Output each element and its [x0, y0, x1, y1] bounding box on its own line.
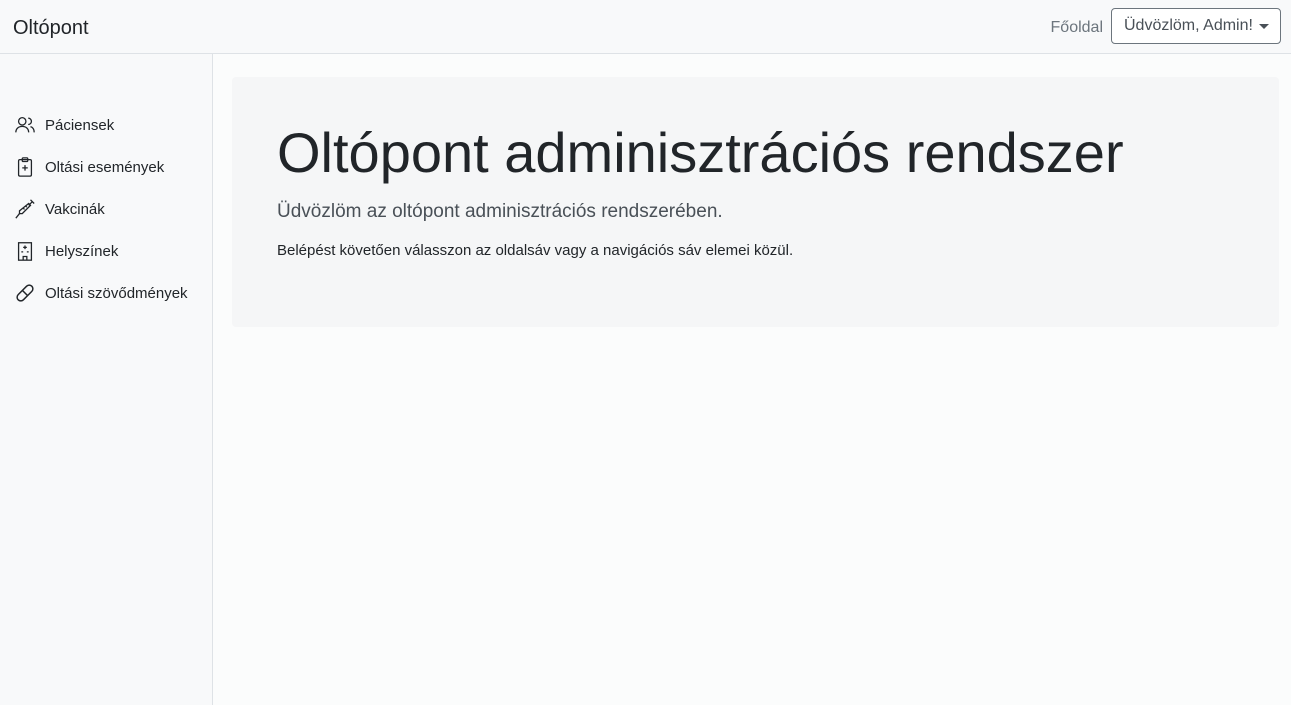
caret-down-icon [1258, 23, 1269, 29]
sidebar-item-vaccines[interactable]: Vakcinák [0, 188, 212, 230]
hospital-icon [13, 239, 37, 263]
sidebar-item-label: Helyszínek [45, 242, 119, 260]
sidebar-item-label: Páciensek [45, 116, 115, 134]
page-title: Oltópont adminisztrációs rendszer [277, 121, 1124, 184]
brand-link[interactable]: Oltópont [13, 16, 89, 40]
sidebar: Páciensek Oltási események Vakcinák Hely… [0, 54, 213, 705]
sidebar-item-vaccination-events[interactable]: Oltási események [0, 146, 212, 188]
user-menu-label: Üdvözlöm, Admin! [1124, 17, 1253, 34]
sidebar-item-label: Vakcinák [45, 200, 105, 218]
sidebar-item-locations[interactable]: Helyszínek [0, 230, 212, 272]
welcome-lead: Üdvözlöm az oltópont adminisztrációs ren… [277, 201, 723, 222]
sidebar-item-label: Oltási események [45, 158, 165, 176]
sidebar-list: Páciensek Oltási események Vakcinák Hely… [0, 104, 212, 314]
people-icon [13, 113, 37, 137]
instruction-text: Belépést követően válasszon az oldalsáv … [277, 242, 794, 259]
user-menu-button[interactable]: Üdvözlöm, Admin! [1111, 8, 1281, 44]
sidebar-item-patients[interactable]: Páciensek [0, 104, 212, 146]
syringe-icon [13, 197, 37, 221]
top-navbar: Oltópont Főoldal Üdvözlöm, Admin! [0, 0, 1291, 54]
capsule-icon [13, 281, 37, 305]
clipboard-plus-icon [13, 155, 37, 179]
sidebar-item-label: Oltási szövődmények [45, 284, 188, 302]
sidebar-item-complications[interactable]: Oltási szövődmények [0, 272, 212, 314]
home-link[interactable]: Főoldal [1051, 18, 1103, 38]
welcome-jumbotron: Oltópont adminisztrációs rendszer Üdvözl… [232, 77, 1279, 327]
